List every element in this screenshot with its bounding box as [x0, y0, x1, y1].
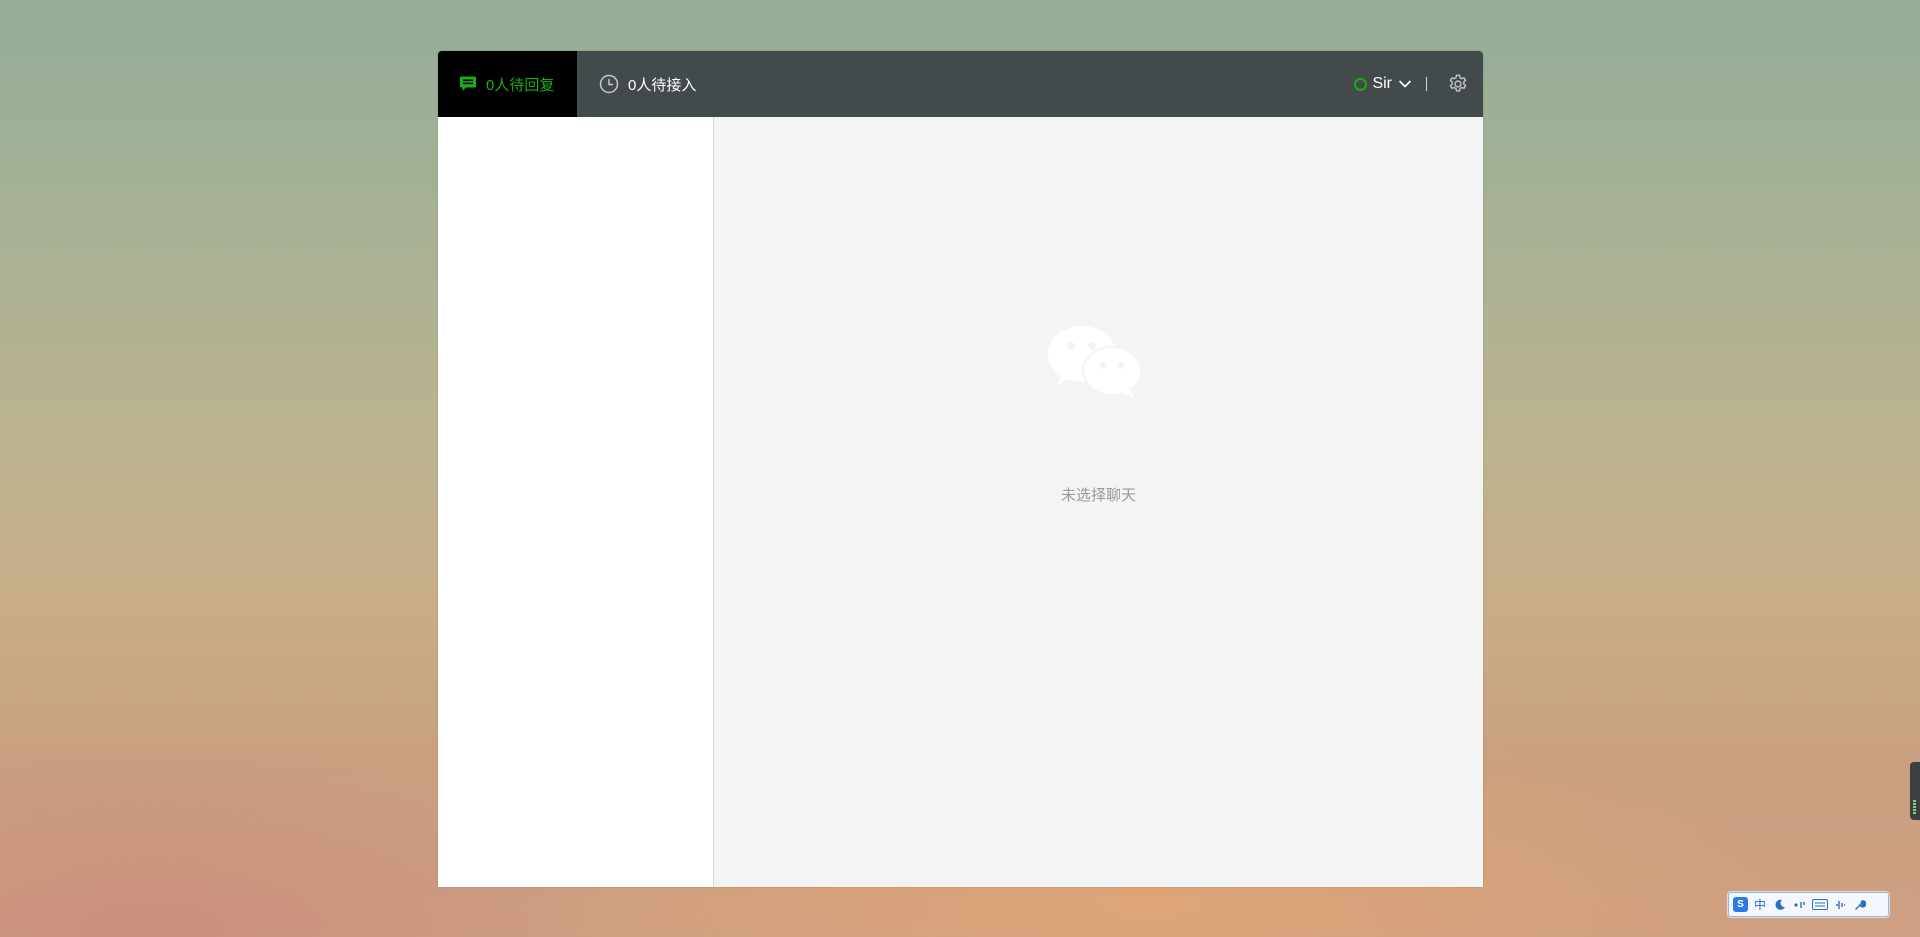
settings-button[interactable]: [1447, 73, 1469, 95]
ime-toolbar: S 中: [1728, 892, 1889, 917]
ime-logo-icon[interactable]: S: [1733, 897, 1748, 912]
chat-bubble-icon: [459, 75, 477, 93]
online-status-icon: [1354, 77, 1368, 91]
clock-icon: [599, 74, 619, 94]
user-menu[interactable]: Sir: [1354, 75, 1412, 93]
gear-icon: [1447, 73, 1469, 95]
chevron-down-icon: [1398, 79, 1412, 89]
empty-chat-label: 未选择聊天: [1060, 487, 1136, 504]
punctuation-icon[interactable]: [1790, 895, 1810, 915]
keyboard-icon[interactable]: [1810, 895, 1830, 915]
conversation-list[interactable]: [438, 117, 714, 887]
wrench-icon[interactable]: [1850, 895, 1870, 915]
user-name: Sir: [1372, 75, 1392, 92]
moon-icon[interactable]: [1770, 895, 1790, 915]
voice-icon[interactable]: [1830, 895, 1850, 915]
signal-bars-icon: [1913, 800, 1916, 814]
tab-pending-access[interactable]: 0人待接入: [577, 51, 696, 117]
tab-pending-reply-label: 0人待回复: [486, 76, 555, 94]
chat-area: 未选择聊天: [714, 117, 1483, 887]
tab-pending-reply[interactable]: 0人待回复: [438, 51, 577, 117]
side-drawer-handle[interactable]: [1910, 762, 1920, 820]
wechat-logo-icon: [1047, 324, 1143, 405]
header-divider: [1426, 77, 1427, 91]
top-bar: 0人待回复 0人待接入 Sir: [438, 51, 1483, 117]
tab-pending-access-label: 0人待接入: [628, 76, 697, 94]
app-window: 0人待回复 0人待接入 Sir 未选择聊天: [438, 51, 1483, 887]
ime-language-toggle[interactable]: 中: [1750, 895, 1770, 915]
